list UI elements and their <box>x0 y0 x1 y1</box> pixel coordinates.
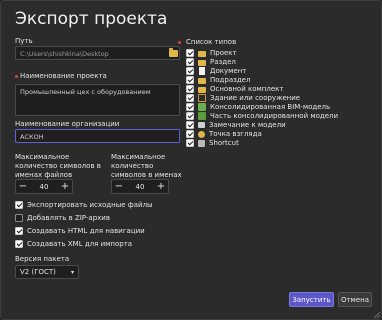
type-label: Часть консолидированной модели <box>210 112 339 120</box>
option-export-source-files[interactable]: Экспортировать исходные файлы <box>15 201 153 209</box>
type-item-shortcut[interactable]: Shortcut <box>186 139 239 147</box>
run-button[interactable]: Запустить <box>289 292 334 307</box>
export-project-dialog: Экспорт проекта Путь C:\Users\shishkina\… <box>0 0 382 320</box>
type-label: Проект <box>210 49 237 57</box>
type-item-building[interactable]: Здание или сооружение <box>186 94 300 102</box>
folder-icon <box>198 87 206 93</box>
package-version-select[interactable]: V2 (ГОСТ) ▾ <box>15 265 79 279</box>
increment-button[interactable]: + <box>154 180 168 193</box>
types-list-label: Список типов <box>186 38 237 46</box>
type-item-remark[interactable]: Замечание к модели <box>186 121 286 129</box>
checkbox[interactable] <box>15 227 23 235</box>
organization-label: Наименование организации <box>15 120 120 128</box>
dialog-title: Экспорт проекта <box>15 9 168 29</box>
document-icon <box>199 67 205 75</box>
type-label: Подраздел <box>210 76 251 84</box>
max-file-chars-stepper: − 40 + <box>15 179 73 194</box>
project-name-label: Наименование проекта <box>20 72 107 80</box>
bim-part-icon <box>198 112 206 120</box>
package-version-label: Версия пакета <box>15 255 70 263</box>
checkbox[interactable] <box>186 58 194 66</box>
option-label: Создавать XML для импорта <box>27 240 133 248</box>
project-name-input[interactable]: Промышленный цех с оборудованием <box>15 84 180 116</box>
type-label: Shortcut <box>209 139 239 147</box>
checkbox[interactable] <box>186 85 194 93</box>
type-item-viewpoint[interactable]: Точка взгляда <box>186 130 262 138</box>
path-input[interactable]: C:\Users\shishkina\Desktop <box>15 46 180 60</box>
option-create-html[interactable]: Создавать HTML для навигации <box>15 227 145 235</box>
folder-icon <box>198 78 206 84</box>
type-label: Консолидированная BIM-модель <box>210 103 331 111</box>
checkbox[interactable] <box>15 240 23 248</box>
option-label: Добавлять в ZIP-архив <box>27 214 110 222</box>
chevron-down-icon: ▾ <box>70 268 74 276</box>
checkbox[interactable] <box>186 130 194 138</box>
decrement-button[interactable]: − <box>112 180 126 193</box>
viewpoint-icon <box>198 130 205 138</box>
package-version-value: V2 (ГОСТ) <box>20 268 56 276</box>
max-file-chars-label: Максимальное количество символов в имена… <box>15 153 101 179</box>
required-marker <box>178 41 181 44</box>
checkbox[interactable] <box>186 49 194 57</box>
type-item-section[interactable]: Раздел <box>186 58 236 66</box>
type-label: Здание или сооружение <box>210 94 301 102</box>
type-item-document[interactable]: Документ <box>186 67 246 75</box>
option-add-zip[interactable]: Добавлять в ZIP-архив <box>15 214 110 222</box>
max-file-chars-value[interactable]: 40 <box>40 183 49 191</box>
option-label: Создавать HTML для навигации <box>27 227 145 235</box>
type-label: Замечание к модели <box>209 121 286 129</box>
type-label: Документ <box>210 67 247 75</box>
checkbox[interactable] <box>186 103 194 111</box>
type-item-main-set[interactable]: Основной комплект <box>186 85 283 93</box>
checkbox[interactable] <box>186 67 194 75</box>
cancel-button[interactable]: Отмена <box>338 292 372 307</box>
max-folder-chars-value[interactable]: 40 <box>136 183 145 191</box>
decrement-button[interactable]: − <box>16 180 30 193</box>
type-item-project[interactable]: Проект <box>186 49 237 57</box>
required-marker <box>15 75 18 78</box>
checkbox[interactable] <box>186 94 194 102</box>
checkbox[interactable] <box>15 214 23 222</box>
resize-grip-icon[interactable] <box>374 312 380 318</box>
increment-button[interactable]: + <box>58 180 72 193</box>
checkbox[interactable] <box>186 112 194 120</box>
type-label: Раздел <box>210 58 236 66</box>
checkbox[interactable] <box>186 121 194 129</box>
type-label: Точка взгляда <box>209 130 262 138</box>
bim-model-icon <box>198 103 206 111</box>
option-create-xml[interactable]: Создавать XML для импорта <box>15 240 132 248</box>
remark-icon <box>198 122 205 128</box>
checkbox[interactable] <box>15 201 23 209</box>
type-label: Основной комплект <box>210 85 284 93</box>
option-label: Экспортировать исходные файлы <box>27 201 153 209</box>
browse-folder-icon[interactable] <box>169 48 178 57</box>
type-item-bim-model[interactable]: Консолидированная BIM-модель <box>186 103 330 111</box>
folder-icon <box>198 51 206 57</box>
organization-input[interactable]: АСКОН <box>15 129 180 143</box>
max-folder-chars-stepper: − 40 + <box>111 179 169 194</box>
type-item-subsection[interactable]: Подраздел <box>186 76 250 84</box>
type-item-bim-part[interactable]: Часть консолидированной модели <box>186 112 338 120</box>
folder-icon <box>198 60 206 66</box>
path-label: Путь <box>15 37 33 45</box>
checkbox[interactable] <box>186 76 194 84</box>
shortcut-icon <box>198 139 205 147</box>
checkbox[interactable] <box>186 139 194 147</box>
building-icon <box>198 94 206 102</box>
